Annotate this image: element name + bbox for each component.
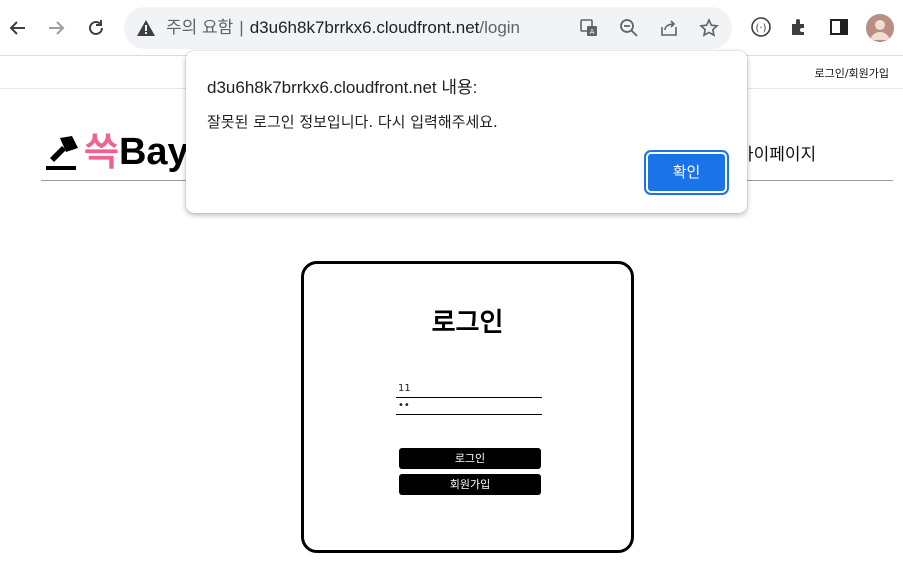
address-bar[interactable]: 주의 요함 | d3u6h8k7brrkx6.cloudfront.net/logi… — [124, 7, 732, 49]
gavel-icon — [46, 136, 78, 170]
browser-toolbar: 주의 요함 | d3u6h8k7brrkx6.cloudfront.net/logi… — [0, 0, 903, 56]
site-logo[interactable]: 쓱 Bay — [42, 128, 189, 176]
signup-button[interactable]: 회원가입 — [399, 474, 541, 495]
puzzle-icon[interactable] — [786, 14, 812, 40]
login-box: 로그인 11 •• 로그인 회원가입 — [301, 261, 634, 553]
login-button[interactable]: 로그인 — [399, 448, 541, 469]
svg-text:A: A — [590, 28, 595, 36]
password-input[interactable]: •• — [396, 399, 542, 415]
dialog-title: d3u6h8k7brrkx6.cloudfront.net 내용: — [207, 78, 478, 97]
alert-dialog: d3u6h8k7brrkx6.cloudfront.net 내용: 잘못된 로그… — [186, 51, 747, 213]
warning-icon[interactable] — [136, 18, 156, 38]
id-input[interactable]: 11 — [396, 382, 542, 398]
url-separator: | — [239, 18, 244, 37]
security-warning-label: 주의 요함 — [166, 18, 234, 37]
back-icon[interactable] — [2, 10, 34, 46]
side-panel-icon[interactable] — [826, 14, 852, 40]
share-icon[interactable] — [658, 17, 680, 39]
url-path: /login — [479, 18, 521, 37]
translate-icon[interactable]: A — [578, 17, 600, 39]
login-signup-link[interactable]: 로그인/회원가입 — [814, 65, 889, 81]
zoom-out-icon[interactable] — [618, 17, 640, 39]
login-title: 로그인 — [431, 308, 504, 338]
logo-text: Bay — [118, 131, 189, 173]
dialog-message: 잘못된 로그인 정보입니다. 다시 입력해주세요. — [207, 113, 498, 131]
extension-circle-icon[interactable]: (·) — [748, 14, 774, 40]
dialog-ok-button[interactable]: 확인 — [646, 152, 727, 193]
nav-mypage[interactable]: 마이페이지 — [738, 140, 816, 165]
logo-text-pink: 쓱 — [84, 130, 119, 174]
star-icon[interactable] — [698, 17, 720, 39]
forward-icon[interactable] — [40, 10, 72, 46]
url-host: d3u6h8k7brrkx6.cloudfront.net — [249, 18, 480, 37]
svg-text:(·): (·) — [756, 23, 767, 34]
reload-icon[interactable] — [80, 10, 112, 46]
url-text[interactable]: 주의 요함 | d3u6h8k7brrkx6.cloudfront.net/logi… — [166, 17, 520, 39]
profile-avatar[interactable] — [866, 14, 894, 42]
